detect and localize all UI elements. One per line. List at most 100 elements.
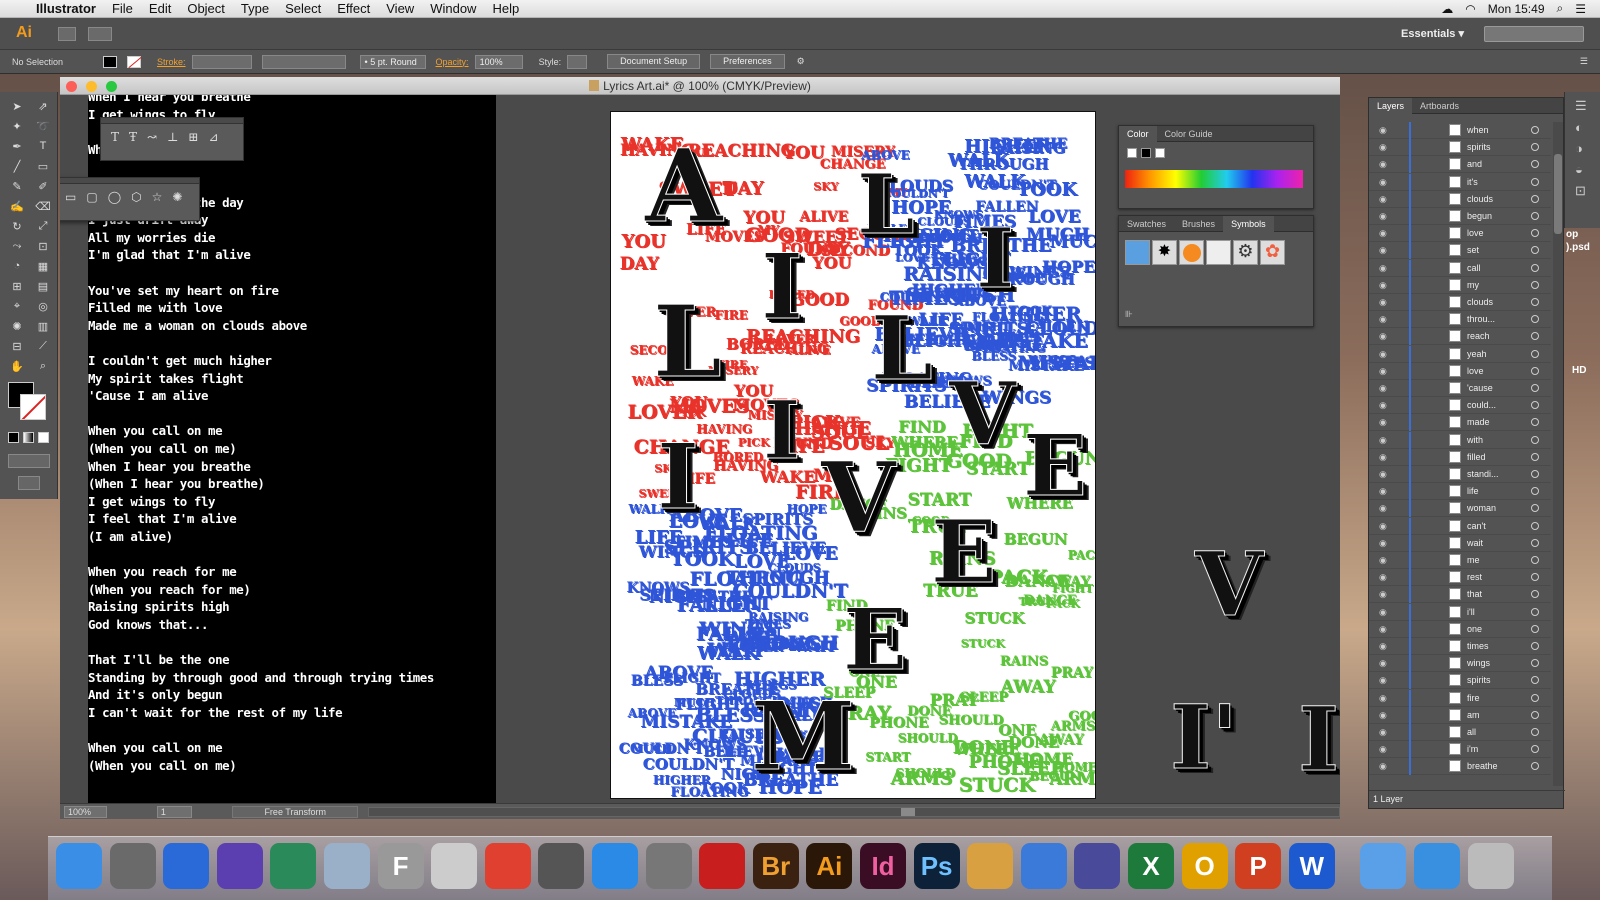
selection-tool-icon[interactable]: ➤ <box>5 96 29 116</box>
visibility-eye-icon[interactable]: ◉ <box>1379 125 1387 136</box>
green_words-word[interactable]: FIND <box>898 419 945 435</box>
visibility-eye-icon[interactable]: ◉ <box>1379 521 1387 532</box>
layer-name[interactable]: life <box>1467 486 1479 496</box>
layer-row[interactable]: ◉ me <box>1369 552 1551 569</box>
red_words-word[interactable]: SKY <box>813 181 838 192</box>
blue_words-word[interactable]: SPIRITS <box>639 586 714 603</box>
layer-name[interactable]: 'cause <box>1467 383 1493 393</box>
blue_words-word[interactable]: LOVE <box>895 252 929 263</box>
opacity-field[interactable]: 100% <box>474 54 523 69</box>
big-letter[interactable]: E <box>931 509 998 596</box>
layer-row[interactable]: ◉ reach <box>1369 328 1551 346</box>
layer-name[interactable]: with <box>1467 435 1483 445</box>
tab-color-guide[interactable]: Color Guide <box>1157 126 1221 142</box>
layer-target-icon[interactable] <box>1531 659 1539 668</box>
visibility-eye-icon[interactable]: ◉ <box>1379 297 1387 308</box>
visibility-eye-icon[interactable]: ◉ <box>1379 383 1387 394</box>
artboard-tool-icon[interactable]: ⊟ <box>5 336 29 356</box>
layer-row[interactable]: ◉ am <box>1369 706 1551 724</box>
green_words-word[interactable]: AWAY <box>1001 679 1056 696</box>
color-none-swatch[interactable] <box>1127 148 1137 158</box>
dock-acrobat-icon[interactable] <box>699 843 746 889</box>
dock-folder-icon[interactable] <box>1414 843 1460 889</box>
dock-chrome-icon[interactable] <box>484 843 531 889</box>
layer-name[interactable]: times <box>1467 641 1489 651</box>
layer-name[interactable]: wings <box>1467 658 1490 668</box>
dock-ai-icon[interactable]: Ai <box>806 843 853 889</box>
dock-outlook-icon[interactable]: O <box>1181 843 1228 889</box>
star-tool-icon[interactable]: ☆ <box>152 190 163 204</box>
layer-name[interactable]: throu... <box>1467 314 1495 324</box>
layer-name[interactable]: can't <box>1467 521 1486 531</box>
visibility-eye-icon[interactable]: ◉ <box>1379 435 1387 446</box>
layer-row[interactable]: ◉ one <box>1369 620 1551 638</box>
layer-name[interactable]: love <box>1467 228 1484 238</box>
layer-target-icon[interactable] <box>1531 573 1539 582</box>
red_words-word[interactable]: DAY <box>620 256 659 273</box>
big-letter[interactable]: L <box>653 293 723 392</box>
scale-tool-icon[interactable]: ⤢ <box>31 216 55 236</box>
stroke-swatch[interactable] <box>127 55 142 68</box>
visibility-eye-icon[interactable]: ◉ <box>1379 280 1387 291</box>
zoom-window-button[interactable] <box>106 81 117 92</box>
menu-object[interactable]: Object <box>179 1 233 16</box>
eyedropper-tool-icon[interactable]: ⌖ <box>5 296 29 316</box>
layer-target-icon[interactable] <box>1531 384 1539 392</box>
rotate-tool-icon[interactable]: ↻ <box>5 216 29 236</box>
layer-target-icon[interactable] <box>1531 710 1539 719</box>
symbol-sprayer-tool-icon[interactable]: ✺ <box>5 316 29 336</box>
green_words-word[interactable]: PACK <box>1068 549 1095 561</box>
lasso-tool-icon[interactable]: ➰ <box>31 116 55 136</box>
layer-name[interactable]: it's <box>1467 177 1478 187</box>
layers-scroll-thumb[interactable] <box>1554 154 1562 234</box>
layer-row[interactable]: ◉ it's <box>1369 173 1551 191</box>
free-transform-tool-icon[interactable]: ⊡ <box>31 236 55 256</box>
dock-br-icon[interactable]: Br <box>752 843 799 889</box>
dock-safari-icon[interactable] <box>592 843 638 889</box>
rounded-rectangle-tool-icon[interactable]: ▢ <box>86 190 97 204</box>
layer-row[interactable]: ◉ i'm <box>1369 741 1551 759</box>
green_words-word[interactable]: PRAY <box>930 691 978 708</box>
layer-target-icon[interactable] <box>1531 349 1539 358</box>
visibility-eye-icon[interactable]: ◉ <box>1379 314 1387 325</box>
outside-letter-v[interactable]: V <box>1194 540 1263 629</box>
visibility-eye-icon[interactable]: ◉ <box>1379 538 1387 549</box>
stroke-label[interactable]: Stroke: <box>157 57 186 67</box>
layer-row[interactable]: ◉ wait <box>1369 534 1551 552</box>
menu-select[interactable]: Select <box>277 1 329 16</box>
artboard-number-field[interactable]: 1 <box>156 805 193 818</box>
layer-target-icon[interactable] <box>1531 745 1539 754</box>
layers-scrollbar[interactable] <box>1553 122 1563 786</box>
menu-type[interactable]: Type <box>233 1 277 16</box>
visibility-eye-icon[interactable]: ◉ <box>1379 641 1387 652</box>
menu-help[interactable]: Help <box>484 1 527 16</box>
flare-tool-icon[interactable]: ✺ <box>172 190 182 204</box>
green_words-word[interactable]: ONE <box>998 722 1036 738</box>
stroke-box[interactable] <box>20 394 46 420</box>
color-spectrum-bar[interactable] <box>1125 170 1303 188</box>
layer-row[interactable]: ◉ 'cause <box>1369 380 1551 397</box>
layer-target-icon[interactable] <box>1531 280 1539 289</box>
dock-system-preferences-icon[interactable] <box>645 843 692 889</box>
big-letter[interactable]: E <box>842 597 907 682</box>
layer-name[interactable]: spirits <box>1467 142 1491 152</box>
layer-target-icon[interactable] <box>1531 246 1539 255</box>
artboard[interactable]: SECOND PICK HAVING FOUND GOOD BORED CHANGE YOU R… <box>610 111 1096 799</box>
dock-photos-icon[interactable] <box>270 843 317 889</box>
green_words-word[interactable]: PACK <box>1045 598 1079 609</box>
layer-row[interactable]: ◉ life <box>1369 483 1551 501</box>
layer-target-icon[interactable] <box>1531 401 1539 410</box>
outside-letter-i-apostrophe[interactable]: I' <box>1169 693 1238 782</box>
panel-icon-appearance[interactable]: ☰ <box>1575 98 1590 114</box>
layer-target-icon[interactable] <box>1531 538 1539 547</box>
notification-center-icon[interactable]: ☰ <box>1575 2 1586 16</box>
visibility-eye-icon[interactable]: ◉ <box>1379 675 1387 686</box>
screen-mode-button[interactable] <box>18 476 40 490</box>
layer-row[interactable]: ◉ yeah <box>1369 345 1551 363</box>
green_words-word[interactable]: AWAY <box>1039 733 1084 747</box>
menu-app[interactable]: Illustrator <box>28 1 104 16</box>
layer-target-icon[interactable] <box>1531 229 1539 238</box>
layer-name[interactable]: rest <box>1467 572 1482 582</box>
layer-name[interactable]: begun <box>1467 211 1492 221</box>
blue_words-word[interactable]: HIGHER <box>964 137 1050 156</box>
